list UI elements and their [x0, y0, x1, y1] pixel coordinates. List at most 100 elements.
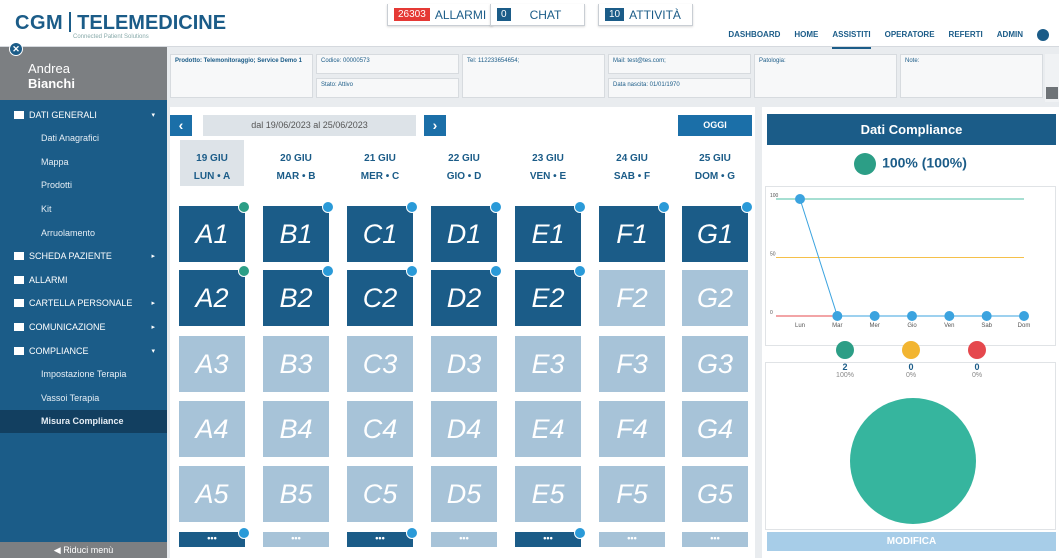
- tray-cell[interactable]: E2: [515, 265, 586, 326]
- sidebar-item-allarmi[interactable]: ALLARMI: [0, 268, 167, 291]
- sidebar-item-arruolamento[interactable]: Arruolamento: [0, 221, 167, 244]
- tray-cell-label: E4: [531, 413, 565, 444]
- sidebar-item-comunicazione[interactable]: COMUNICAZIONE ▸: [0, 315, 167, 338]
- tray-cell[interactable]: G5: [682, 466, 748, 522]
- happy-count: 2: [842, 362, 848, 372]
- data-point[interactable]: [869, 311, 880, 321]
- neutral-count: 0: [908, 362, 914, 372]
- status-dot-icon: [574, 527, 586, 539]
- status-dot-icon: [490, 201, 502, 213]
- nav-operatore[interactable]: OPERATORE: [885, 30, 935, 39]
- nav-assistiti[interactable]: ASSISTITI: [832, 30, 871, 49]
- tray-cell[interactable]: A1: [179, 201, 250, 262]
- tray-cell[interactable]: D4: [431, 401, 497, 457]
- data-point[interactable]: [907, 311, 917, 321]
- tray-cell[interactable]: E5: [515, 466, 581, 522]
- tray-cell[interactable]: G4: [682, 401, 748, 457]
- more-cells-button[interactable]: •••: [682, 532, 748, 547]
- sidebar-item-dati-anagrafici[interactable]: Dati Anagrafici: [0, 127, 167, 150]
- tray-cell[interactable]: C2: [347, 265, 418, 326]
- tray-cell[interactable]: E3: [515, 336, 581, 392]
- tray-cell[interactable]: B2: [263, 265, 334, 326]
- sidebar-item-prodotti[interactable]: Prodotti: [0, 174, 167, 197]
- nav-referti[interactable]: REFERTI: [949, 30, 983, 39]
- tray-cell[interactable]: A3: [179, 336, 245, 392]
- tray-cell[interactable]: F3: [599, 336, 665, 392]
- sidebar-item-vassoi-terapia[interactable]: Vassoi Terapia: [0, 386, 167, 409]
- close-patient-icon[interactable]: ✕: [9, 42, 23, 56]
- data-point[interactable]: [944, 311, 955, 321]
- tray-cell-label: E3: [531, 348, 565, 379]
- sidebar-item-label: Prodotti: [41, 180, 73, 191]
- sad-count: 0: [974, 362, 980, 372]
- more-cells-button[interactable]: •••: [179, 527, 250, 547]
- tray-cell[interactable]: D5: [431, 466, 497, 522]
- compliance-panel: Dati Compliance 100% (100%) 100 50 0 Lun Mar…: [762, 107, 1059, 558]
- tray-cell[interactable]: A5: [179, 466, 245, 522]
- compliance-pie: [850, 398, 976, 524]
- sidebar-item-cartella-personale[interactable]: CARTELLA PERSONALE ▸: [0, 292, 167, 315]
- collapse-menu-button[interactable]: ◀ Riduci menù: [0, 542, 167, 558]
- tray-cell[interactable]: D1: [431, 201, 502, 262]
- tray-cell-label: C1: [362, 218, 398, 249]
- compliance-chart-svg: 100 50 0 Lun Mar Mer Gio Ven Sab Dom: [770, 193, 1030, 329]
- tray-cell[interactable]: B4: [263, 401, 329, 457]
- info-scrollbar[interactable]: [1045, 54, 1059, 102]
- tray-cell-label: B5: [279, 478, 313, 509]
- attivita-button[interactable]: 10 ATTIVITÀ: [598, 4, 693, 26]
- more-cells-button[interactable]: •••: [515, 527, 586, 547]
- sidebar-item-mappa[interactable]: Mappa: [0, 150, 167, 173]
- tray-cell[interactable]: F2: [599, 270, 665, 326]
- nav-admin[interactable]: ADMIN: [997, 30, 1023, 39]
- more-cells-button[interactable]: •••: [347, 527, 418, 547]
- chevron-icon: ▾: [151, 347, 155, 355]
- next-week-button[interactable]: ›: [424, 115, 446, 136]
- data-point[interactable]: [832, 311, 843, 321]
- tray-cell[interactable]: A2: [179, 265, 250, 326]
- tray-cell[interactable]: D2: [431, 265, 502, 326]
- tray-cell[interactable]: B1: [263, 201, 334, 262]
- tray-cell[interactable]: B3: [263, 336, 329, 392]
- tray-cell[interactable]: E1: [515, 201, 586, 262]
- tray-cell[interactable]: C5: [347, 466, 413, 522]
- scroll-down-icon[interactable]: [1046, 87, 1058, 99]
- tray-cell[interactable]: G1: [682, 201, 753, 262]
- chat-button[interactable]: 0 CHAT: [490, 4, 585, 26]
- calendar-panel: ‹ dal 19/06/2023 al 25/06/2023 › OGGI 19…: [170, 107, 755, 558]
- tray-cell[interactable]: G3: [682, 336, 748, 392]
- modifica-button[interactable]: MODIFICA: [767, 532, 1056, 551]
- prev-week-button[interactable]: ‹: [170, 115, 192, 136]
- sidebar-item-kit[interactable]: Kit: [0, 197, 167, 220]
- data-point[interactable]: [981, 311, 992, 321]
- tray-cell[interactable]: C3: [347, 336, 413, 392]
- tray-cell[interactable]: C1: [347, 201, 418, 262]
- tray-cell[interactable]: E4: [515, 401, 581, 457]
- tray-cell[interactable]: A4: [179, 401, 245, 457]
- tray-cell[interactable]: D3: [431, 336, 497, 392]
- nav-home[interactable]: HOME: [794, 30, 818, 39]
- data-point[interactable]: [795, 194, 805, 204]
- tray-cell[interactable]: F5: [599, 466, 665, 522]
- user-icon[interactable]: [1037, 28, 1049, 41]
- more-cells-button[interactable]: •••: [599, 532, 665, 547]
- sidebar-item-misura-compliance[interactable]: Misura Compliance: [0, 409, 167, 433]
- nav-dashboard[interactable]: DASHBOARD: [728, 30, 780, 39]
- sidebar-item-dati-generali[interactable]: DATI GENERALI ▾: [0, 103, 167, 126]
- more-cells-button[interactable]: •••: [431, 532, 497, 547]
- tray-cell[interactable]: C4: [347, 401, 413, 457]
- today-button[interactable]: OGGI: [678, 115, 752, 136]
- more-cells-button[interactable]: •••: [263, 532, 329, 547]
- sidebar-item-impostazione-terapia[interactable]: Impostazione Terapia: [0, 363, 167, 386]
- sidebar-item-compliance[interactable]: COMPLIANCE ▾: [0, 339, 167, 362]
- tray-cell[interactable]: B5: [263, 466, 329, 522]
- sidebar-item-scheda-paziente[interactable]: SCHEDA PAZIENTE ▸: [0, 245, 167, 268]
- data-point[interactable]: [1019, 311, 1029, 321]
- day-header: 22 GIU GIO • D: [432, 140, 496, 186]
- tray-cell[interactable]: F4: [599, 401, 665, 457]
- tray-cell[interactable]: G2: [682, 270, 748, 326]
- status-dot-icon: [741, 201, 753, 213]
- allarmi-button[interactable]: 26303 ALLARMI: [387, 4, 494, 26]
- tray-cell-label: A5: [195, 478, 229, 509]
- app-logo[interactable]: CGM TELEMEDICINE Connected Patient Soluti…: [15, 12, 226, 42]
- tray-cell[interactable]: F1: [599, 201, 670, 262]
